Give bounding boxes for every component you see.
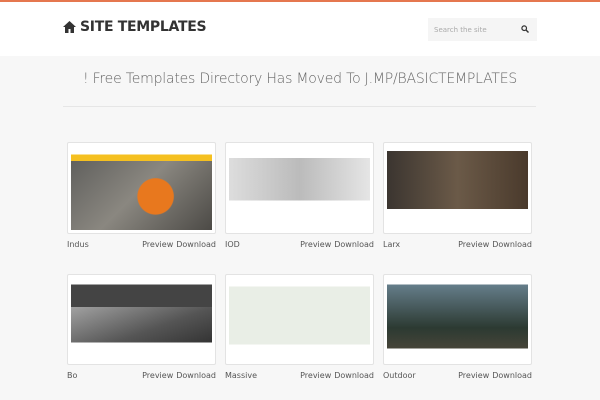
template-thumbnail[interactable] bbox=[67, 142, 216, 234]
download-link[interactable]: Download bbox=[492, 240, 532, 249]
preview-link[interactable]: Preview bbox=[300, 240, 331, 249]
template-card: Larx Preview Download bbox=[383, 142, 532, 249]
download-link[interactable]: Download bbox=[334, 240, 374, 249]
site-logo[interactable]: SITE TEMPLATES bbox=[63, 19, 207, 35]
home-icon bbox=[63, 21, 76, 33]
download-link[interactable]: Download bbox=[176, 371, 216, 380]
preview-link[interactable]: Preview bbox=[142, 240, 173, 249]
template-screenshot bbox=[71, 278, 212, 361]
download-link[interactable]: Download bbox=[334, 371, 374, 380]
preview-link[interactable]: Preview bbox=[458, 240, 489, 249]
template-name: Bo bbox=[67, 371, 78, 380]
template-thumbnail[interactable] bbox=[225, 142, 374, 234]
preview-link[interactable]: Preview bbox=[458, 371, 489, 380]
template-screenshot bbox=[229, 278, 370, 361]
template-name: Larx bbox=[383, 240, 401, 249]
search-icon[interactable] bbox=[521, 25, 529, 33]
download-link[interactable]: Download bbox=[492, 371, 532, 380]
template-thumbnail[interactable] bbox=[67, 274, 216, 365]
moved-notice: ! Free Templates Directory Has Moved To … bbox=[82, 71, 518, 87]
template-thumbnail[interactable] bbox=[225, 274, 374, 365]
template-name: IOD bbox=[225, 240, 240, 249]
download-link[interactable]: Download bbox=[176, 240, 216, 249]
preview-link[interactable]: Preview bbox=[300, 371, 331, 380]
template-screenshot bbox=[387, 146, 528, 230]
preview-link[interactable]: Preview bbox=[142, 371, 173, 380]
site-header: SITE TEMPLATES bbox=[0, 2, 600, 56]
template-card: Indus Preview Download bbox=[67, 142, 216, 249]
template-thumbnail[interactable] bbox=[383, 274, 532, 365]
template-screenshot bbox=[71, 146, 212, 230]
template-screenshot bbox=[229, 146, 370, 230]
template-name: Indus bbox=[67, 240, 89, 249]
template-name: Massive bbox=[225, 371, 258, 380]
template-screenshot bbox=[387, 278, 528, 361]
search-input[interactable] bbox=[434, 25, 514, 34]
site-title: SITE TEMPLATES bbox=[80, 19, 207, 35]
template-name: Outdoor bbox=[383, 371, 416, 380]
template-card: Outdoor Preview Download bbox=[383, 274, 532, 380]
template-card: Bo Preview Download bbox=[67, 274, 216, 380]
template-card: Massive Preview Download bbox=[225, 274, 374, 380]
search-box bbox=[428, 18, 537, 41]
divider bbox=[63, 106, 536, 107]
template-card: IOD Preview Download bbox=[225, 142, 374, 249]
template-thumbnail[interactable] bbox=[383, 142, 532, 234]
